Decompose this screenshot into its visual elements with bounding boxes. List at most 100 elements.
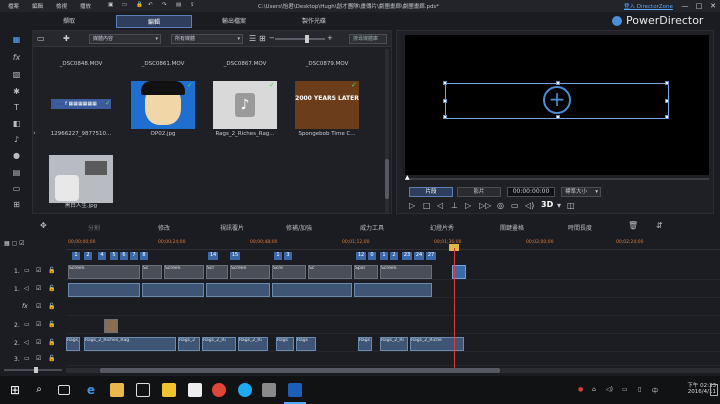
clip-marker[interactable]: 24 [414, 252, 424, 260]
search-icon[interactable]: ⌕ [32, 383, 46, 397]
lock-icon[interactable]: 🔓 [48, 285, 55, 292]
audio-clip[interactable] [272, 283, 352, 297]
clip-marker[interactable]: 0 [368, 252, 376, 260]
audio-clip[interactable]: Rags_2_Ri [238, 337, 268, 351]
timecode-display[interactable]: 00:00:00:00 [507, 187, 555, 197]
audio-clip[interactable] [68, 283, 140, 297]
menu-edit[interactable]: 編輯 [32, 2, 43, 10]
resize-handle[interactable] [665, 99, 669, 103]
media-type-select[interactable]: 媒體內容 ▾ [89, 34, 161, 44]
tools-icon[interactable]: ✥ [40, 221, 47, 230]
clip-marker[interactable]: 6 [120, 252, 128, 260]
resize-handle[interactable] [443, 99, 447, 103]
tab-capture[interactable]: 擷取 [18, 15, 120, 28]
audio-track-1[interactable] [66, 282, 720, 298]
resize-handle[interactable] [665, 115, 669, 119]
save-icon[interactable]: ▣ [108, 2, 113, 8]
grid-view-icon[interactable]: ⊞ [259, 34, 266, 43]
undo-icon[interactable]: ↶ [148, 2, 153, 8]
play-icon[interactable]: ▷ [409, 201, 415, 210]
audio-clip[interactable]: Rags_2_Riches_Rag [84, 337, 176, 351]
audio-clip[interactable]: Rags [296, 337, 316, 351]
powerdirector-taskbar-icon[interactable] [288, 383, 302, 397]
audio-clip[interactable]: Rags_2_Riche [410, 337, 464, 351]
chrome-icon[interactable] [212, 383, 226, 397]
plugin-icon[interactable]: ⊞ [11, 200, 22, 210]
audio-clip[interactable]: Rags_2_Ri [380, 337, 408, 351]
video-track-1[interactable]: Screen Sc Screen Scr Screen Scre Sc Spor… [66, 264, 720, 280]
sort-icon[interactable]: ☰ [249, 34, 256, 43]
lock-icon[interactable]: 🔓 [48, 321, 55, 328]
fx-track[interactable] [66, 300, 720, 316]
movie-mode-toggle[interactable]: 影片 [457, 187, 501, 197]
video-clip[interactable]: Screen [380, 265, 432, 279]
plugin-puzzle-icon[interactable]: ✚ [63, 34, 70, 43]
minimize-button[interactable]: — [678, 0, 692, 12]
video-track-2[interactable] [66, 318, 720, 334]
fast-forward-icon[interactable]: ▷▷ [479, 201, 491, 210]
library-scrollbar[interactable] [385, 49, 389, 213]
store-icon[interactable] [136, 383, 150, 397]
clip-marker[interactable]: 14 [208, 252, 218, 260]
clip-marker[interactable]: 1 [72, 252, 80, 260]
video-clip[interactable]: Scre [272, 265, 306, 279]
collapse-arrow-icon[interactable]: › [33, 129, 39, 139]
video-clip[interactable]: Screen [68, 265, 140, 279]
enable-checkbox[interactable]: ☑ [36, 355, 41, 362]
clip-marker[interactable]: 2 [390, 252, 398, 260]
file-explorer-icon[interactable] [110, 383, 124, 397]
stop-icon[interactable]: □ [423, 201, 431, 210]
expand-icon[interactable]: ⇵ [656, 221, 663, 230]
video-clip[interactable]: Sc [308, 265, 352, 279]
edge-icon[interactable]: e [84, 383, 98, 397]
menu-view[interactable]: 檢視 [56, 2, 67, 10]
menu-play[interactable]: 播放 [80, 2, 91, 10]
modify-button[interactable]: 修改 [158, 223, 170, 232]
enable-checkbox[interactable]: ☑ [36, 285, 41, 292]
task-view-icon[interactable] [58, 385, 70, 395]
particle-room-icon[interactable]: ✱ [11, 87, 22, 97]
video-clip[interactable]: Sc [142, 265, 162, 279]
clip-marker[interactable]: 2 [84, 252, 92, 260]
split-button[interactable]: 分割 [88, 223, 100, 232]
monitor-icon[interactable]: ▭ [122, 2, 127, 8]
subtitle-room-icon[interactable]: ▭ [11, 184, 22, 194]
transition-room-icon[interactable]: ◧ [11, 119, 22, 129]
slider-thumb[interactable] [305, 35, 309, 43]
audio-mixing-icon[interactable]: ♪ [11, 135, 22, 145]
library-search-input[interactable]: 搜尋媒體庫 [349, 34, 387, 44]
maximize-button[interactable]: □ [692, 0, 706, 12]
preview-progress-bar[interactable] [405, 178, 709, 180]
media-thumbnail[interactable]: ✓ [131, 81, 195, 129]
preview-screen[interactable]: + [405, 35, 709, 175]
lock-icon[interactable]: 🔓 [48, 355, 55, 362]
zoom-slider[interactable] [4, 367, 62, 373]
title-room-icon[interactable]: T [11, 103, 22, 113]
thumbnail-size-slider[interactable] [275, 35, 325, 43]
message-icon[interactable]: ▭ [622, 386, 628, 393]
keyframe-button[interactable]: 關鍵畫格 [500, 223, 524, 232]
audio-clip[interactable]: Rags_2_Ri [202, 337, 236, 351]
enable-checkbox[interactable]: ☑ [36, 303, 41, 310]
3d-mode-button[interactable]: 3D [541, 200, 553, 209]
lock-icon[interactable]: 🔒 [136, 2, 143, 8]
redo-icon[interactable]: ↷ [162, 2, 167, 8]
timeline-scrollbar[interactable] [66, 368, 720, 373]
scrollbar-thumb[interactable] [100, 368, 500, 373]
clip-marker[interactable]: 3 [284, 252, 292, 260]
video-clip[interactable]: Screen [164, 265, 204, 279]
app-icon[interactable] [188, 383, 202, 397]
lock-icon[interactable]: 🔓 [48, 339, 55, 346]
zoom-out-icon[interactable]: − [269, 34, 275, 42]
clip-marker[interactable]: 7 [130, 252, 138, 260]
trash-icon[interactable]: 🗑 [628, 221, 638, 230]
app-icon[interactable] [162, 383, 176, 397]
clip-mode-toggle[interactable]: 片段 [409, 187, 453, 197]
progress-marker-icon[interactable]: ▲ [405, 174, 410, 181]
lock-icon[interactable]: 🔓 [48, 303, 55, 310]
voiceover-icon[interactable]: ● [11, 151, 22, 161]
timeline-ruler[interactable]: 00;00;00;00 00;00;24;00 00;00;48;00 00;0… [66, 238, 720, 250]
slideshow-button[interactable]: 幻燈片秀 [430, 223, 454, 232]
video-clip[interactable]: Screen [230, 265, 270, 279]
power-tools-button[interactable]: 威力工具 [360, 223, 384, 232]
